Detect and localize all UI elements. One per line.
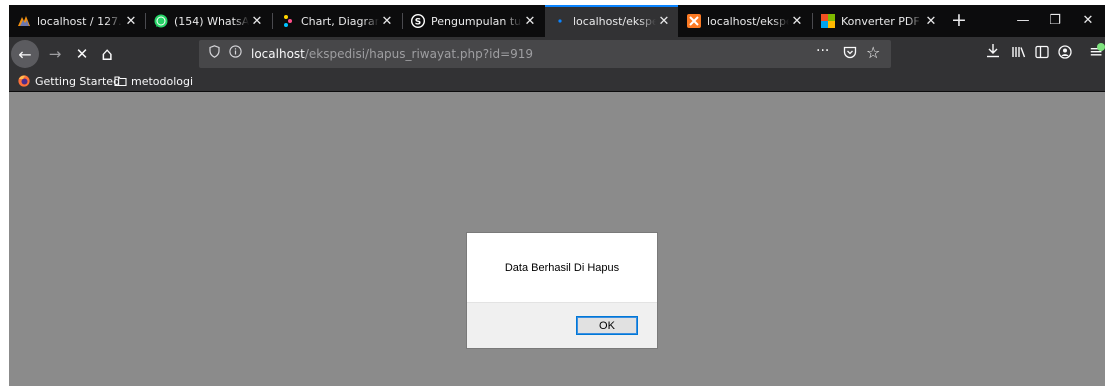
navigation-toolbar: ← → ✕ ⌂ localhost/ekspedisi/hapus_riwaya… xyxy=(9,37,1105,71)
tab-close-icon[interactable]: ✕ xyxy=(656,14,672,29)
tab-pengumpulan-tugas[interactable]: S Pengumpulan tugas ✕ xyxy=(403,5,544,37)
firefox-icon xyxy=(18,75,30,87)
svg-text:S: S xyxy=(415,18,421,28)
url-bar[interactable]: localhost/ekspedisi/hapus_riwayat.php?id… xyxy=(199,40,891,68)
url-text[interactable]: localhost/ekspedisi/hapus_riwayat.php?id… xyxy=(251,47,533,61)
tab-title: Konverter PDF ke Wo xyxy=(841,14,923,28)
bookmarks-toolbar: Getting Started metodologi xyxy=(9,71,1105,91)
sidebar-icon[interactable] xyxy=(1035,45,1049,63)
whatsapp-icon xyxy=(154,14,168,28)
chart-icon xyxy=(281,14,295,28)
back-button[interactable]: ← xyxy=(11,40,39,68)
phpmyadmin-icon xyxy=(17,14,31,28)
alert-footer: OK xyxy=(467,302,657,348)
url-path: /ekspedisi/hapus_riwayat.php?id=919 xyxy=(304,47,534,61)
tab-title: localhost/ekspedisi xyxy=(573,14,656,28)
alert-message: Data Berhasil Di Hapus xyxy=(504,262,620,274)
shield-icon[interactable] xyxy=(209,45,220,61)
bookmark-label: metodologi xyxy=(131,74,194,88)
tab-close-icon[interactable]: ✕ xyxy=(923,14,939,29)
tab-close-icon[interactable]: ✕ xyxy=(379,14,395,29)
bookmark-folder-metodologi[interactable]: metodologi xyxy=(114,74,193,88)
new-tab-button[interactable]: + xyxy=(947,5,971,37)
minimize-button[interactable]: — xyxy=(1007,5,1039,37)
stop-button[interactable]: ✕ xyxy=(70,42,94,66)
tab-title: Pengumpulan tugas xyxy=(431,14,522,28)
pocket-icon[interactable] xyxy=(843,46,857,62)
page-actions-icon[interactable]: ··· xyxy=(816,43,829,59)
page-content-overlay: Data Berhasil Di Hapus OK xyxy=(9,92,1105,386)
update-badge xyxy=(1097,43,1105,51)
bookmark-getting-started[interactable]: Getting Started xyxy=(18,74,120,88)
library-icon[interactable] xyxy=(1011,45,1026,63)
restore-button[interactable]: ❐ xyxy=(1039,5,1071,37)
alert-dialog: Data Berhasil Di Hapus OK xyxy=(466,232,658,349)
tab-close-icon[interactable]: ✕ xyxy=(249,14,265,29)
tab-title: Chart, Diagram & Vis xyxy=(301,14,379,28)
info-icon[interactable] xyxy=(229,45,242,61)
tab-close-icon[interactable]: ✕ xyxy=(123,14,139,29)
tab-ekspedisi-active[interactable]: localhost/ekspedisi ✕ xyxy=(545,5,678,37)
tab-close-icon[interactable]: ✕ xyxy=(789,14,805,29)
bookmark-label: Getting Started xyxy=(35,74,121,88)
folder-icon xyxy=(114,75,127,87)
tab-close-icon[interactable]: ✕ xyxy=(522,14,538,29)
s-logo-icon: S xyxy=(411,14,425,28)
tab-strip: localhost / 127.0.0.1 ✕ (154) WhatsApp ✕… xyxy=(9,5,1105,37)
forward-button[interactable]: → xyxy=(43,42,67,66)
tab-whatsapp[interactable]: (154) WhatsApp ✕ xyxy=(146,5,271,37)
loading-icon xyxy=(553,14,567,28)
bookmark-star-icon[interactable]: ☆ xyxy=(866,43,880,62)
url-host: localhost xyxy=(251,47,305,61)
browser-window: localhost / 127.0.0.1 ✕ (154) WhatsApp ✕… xyxy=(9,5,1105,386)
home-button[interactable]: ⌂ xyxy=(95,42,119,66)
tab-konverter-pdf[interactable]: Konverter PDF ke Wo ✕ xyxy=(813,5,945,37)
download-icon[interactable] xyxy=(986,43,1000,62)
tab-title: localhost / 127.0.0.1 xyxy=(37,14,123,28)
tab-chart-diagram[interactable]: Chart, Diagram & Vis ✕ xyxy=(273,5,401,37)
tab-title: (154) WhatsApp xyxy=(174,14,249,28)
tab-phpmyadmin[interactable]: localhost / 127.0.0.1 ✕ xyxy=(9,5,145,37)
close-window-button[interactable]: ✕ xyxy=(1072,5,1104,37)
account-icon[interactable] xyxy=(1058,45,1072,63)
tab-ekspedisi[interactable]: localhost/ekspedisi ✕ xyxy=(679,5,811,37)
ok-button[interactable]: OK xyxy=(576,316,638,335)
xampp-icon xyxy=(687,14,701,28)
tab-title: localhost/ekspedisi xyxy=(707,14,789,28)
pdf-converter-icon xyxy=(821,14,835,28)
